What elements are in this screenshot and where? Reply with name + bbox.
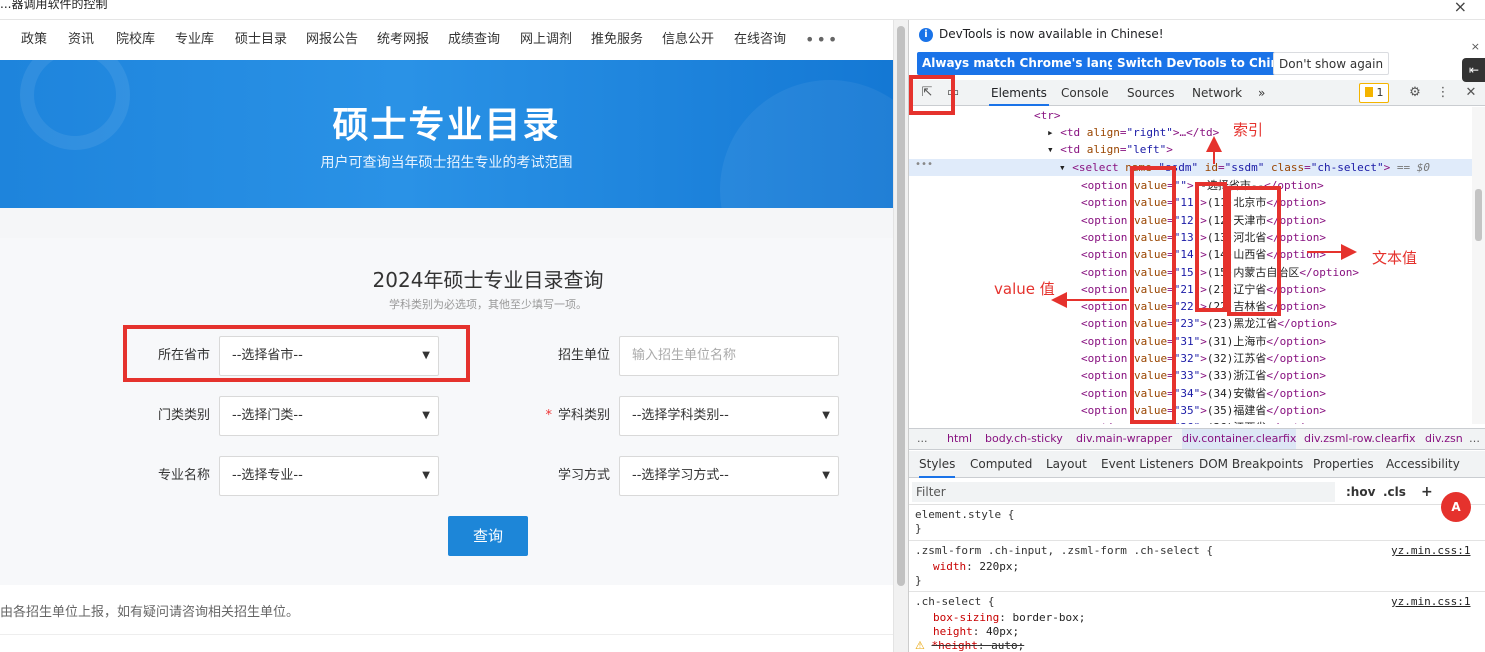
category-select[interactable]: --选择门类-- ▼ — [219, 396, 439, 436]
nav-item-adjustment[interactable]: 网上调剂 — [520, 20, 572, 60]
province-select-value: --选择省市-- — [232, 348, 303, 363]
query-button[interactable]: 查询 — [448, 516, 528, 556]
nav-item-registration[interactable]: 统考网报 — [377, 20, 429, 60]
province-label: 所在省市 — [157, 348, 210, 363]
browser-title-strip: ...器调用软件的控制 × — [0, 0, 1485, 20]
major-select[interactable]: --选择专业-- ▼ — [219, 456, 439, 496]
subject-select[interactable]: --选择学科类别-- ▼ — [619, 396, 839, 436]
unit-label: 招生单位 — [557, 348, 610, 363]
banner-title: 硕士专业目录 — [332, 105, 561, 146]
web-page: 政策 资讯 院校库 专业库 硕士目录 网报公告 统考网报 成绩查询 网上调剂 推… — [0, 20, 893, 652]
category-label: 门类类别 — [157, 408, 210, 423]
section-gap — [0, 208, 893, 238]
extension-icon[interactable]: A — [1441, 492, 1471, 522]
nav-item-announcements[interactable]: 网报公告 — [306, 20, 358, 60]
mode-select-value: --选择学习方式-- — [632, 468, 729, 483]
chevron-down-icon: ▼ — [422, 410, 430, 421]
top-nav: 政策 资讯 院校库 专业库 硕士目录 网报公告 统考网报 成绩查询 网上调剂 推… — [0, 20, 893, 60]
major-label: 专业名称 — [157, 468, 210, 483]
banner-subtitle: 用户可查询当年硕士招生专业的考试范围 — [320, 155, 573, 171]
annotation-value: value 值 — [994, 280, 1055, 298]
unit-input[interactable]: 输入招生单位名称 — [619, 336, 839, 376]
footer-text: 由各招生单位上报，如有疑问请咨询相关招生单位。 — [0, 605, 300, 620]
form-tip: 学科类别为必选项，其他至少填写一项。 — [389, 298, 587, 311]
category-select-value: --选择门类-- — [232, 408, 303, 423]
chevron-down-icon: ▼ — [822, 410, 830, 421]
nav-item-disclosure[interactable]: 信息公开 — [662, 20, 714, 60]
page-footer-note: 由各招生单位上报，如有疑问请咨询相关招生单位。 — [0, 585, 893, 635]
annotation-index: 索引 — [1233, 121, 1264, 139]
nav-item-news[interactable]: 资讯 — [68, 20, 94, 60]
form-title: 2024年硕士专业目录查询 — [372, 268, 604, 292]
close-icon[interactable]: × — [1454, 0, 1467, 16]
mode-label: 学习方式 — [557, 468, 610, 483]
nav-item-majors[interactable]: 专业库 — [175, 20, 214, 60]
nav-item-scores[interactable]: 成绩查询 — [448, 20, 500, 60]
chevron-down-icon: ▼ — [822, 470, 830, 481]
annotation-text-value: 文本值 — [1372, 249, 1418, 267]
subject-label: * 学科类别 — [530, 396, 610, 436]
query-form: 2024年硕士专业目录查询 学科类别为必选项，其他至少填写一项。 所在省市 --… — [0, 238, 893, 585]
nav-item-consult[interactable]: 在线咨询 — [734, 20, 786, 60]
screen: ...器调用软件的控制 × 政策 资讯 院校库 专业库 硕士目录 网报公告 统考… — [0, 0, 1485, 652]
nav-item-policy[interactable]: 政策 — [21, 20, 47, 60]
window-title: ...器调用软件的控制 — [0, 0, 108, 11]
page-scrollbar[interactable] — [893, 20, 908, 652]
nav-more-icon[interactable]: ••• — [805, 20, 839, 60]
province-select[interactable]: --选择省市-- ▼ — [219, 336, 439, 376]
mode-select[interactable]: --选择学习方式-- ▼ — [619, 456, 839, 496]
subject-select-value: --选择学科类别-- — [632, 408, 729, 423]
chevron-down-icon: ▼ — [422, 470, 430, 481]
dock-side-icon[interactable]: ⇤ — [1462, 58, 1485, 82]
nav-item-schools[interactable]: 院校库 — [116, 20, 155, 60]
page-scrollbar-thumb[interactable] — [897, 26, 905, 586]
nav-item-master-catalog[interactable]: 硕士目录 — [235, 20, 287, 60]
subject-label-text: 学科类别 — [557, 408, 610, 423]
required-mark: * — [545, 408, 552, 423]
chevron-down-icon: ▼ — [422, 350, 430, 361]
major-select-value: --选择专业-- — [232, 468, 303, 483]
banner: 硕士专业目录 用户可查询当年硕士招生专业的考试范围 — [0, 60, 893, 208]
annotation-arrows — [1051, 136, 1357, 308]
nav-item-recommend[interactable]: 推免服务 — [591, 20, 643, 60]
devtools-panel: i DevTools is now available in Chinese! … — [908, 20, 1485, 652]
